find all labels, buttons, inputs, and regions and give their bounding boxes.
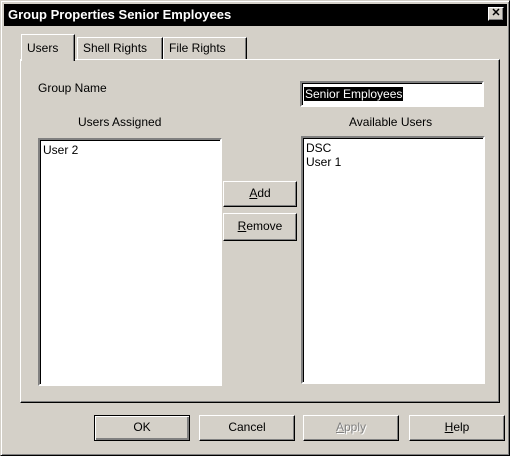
available-users-list[interactable]: DSC User 1 xyxy=(301,136,485,384)
users-assigned-list[interactable]: User 2 xyxy=(38,138,222,386)
users-assigned-label: Users Assigned xyxy=(78,115,162,129)
help-label-post: elp xyxy=(453,420,470,434)
remove-mnemonic: R xyxy=(237,219,247,233)
window-title: Group Properties Senior Employees xyxy=(8,7,232,22)
close-button[interactable]: ✕ xyxy=(488,7,504,21)
title-bar[interactable]: Group Properties Senior Employees ✕ xyxy=(4,4,507,26)
cancel-button[interactable]: Cancel xyxy=(199,415,295,441)
help-button[interactable]: Help xyxy=(409,415,505,441)
tab-file-rights[interactable]: File Rights xyxy=(163,37,247,59)
tab-users[interactable]: Users xyxy=(21,34,75,61)
group-name-value: Senior Employees xyxy=(304,87,404,101)
available-users-label: Available Users xyxy=(349,115,433,129)
apply-mnemonic: A xyxy=(335,420,344,434)
list-item[interactable]: DSC xyxy=(306,141,483,155)
group-name-label: Group Name xyxy=(38,81,107,95)
group-name-field[interactable]: Senior Employees xyxy=(300,81,484,107)
apply-label-post: pply xyxy=(344,420,367,434)
add-label-post: dd xyxy=(257,186,271,200)
close-icon: ✕ xyxy=(491,7,501,19)
list-item[interactable]: User 2 xyxy=(43,143,220,157)
tab-shell-rights[interactable]: Shell Rights xyxy=(77,37,163,59)
remove-label-post: emove xyxy=(246,219,283,233)
add-button[interactable]: Add xyxy=(223,181,297,207)
ok-button[interactable]: OK xyxy=(94,415,190,441)
remove-button[interactable]: Remove xyxy=(223,213,297,241)
list-item[interactable]: User 1 xyxy=(306,155,483,169)
apply-button[interactable]: Apply xyxy=(303,415,399,441)
